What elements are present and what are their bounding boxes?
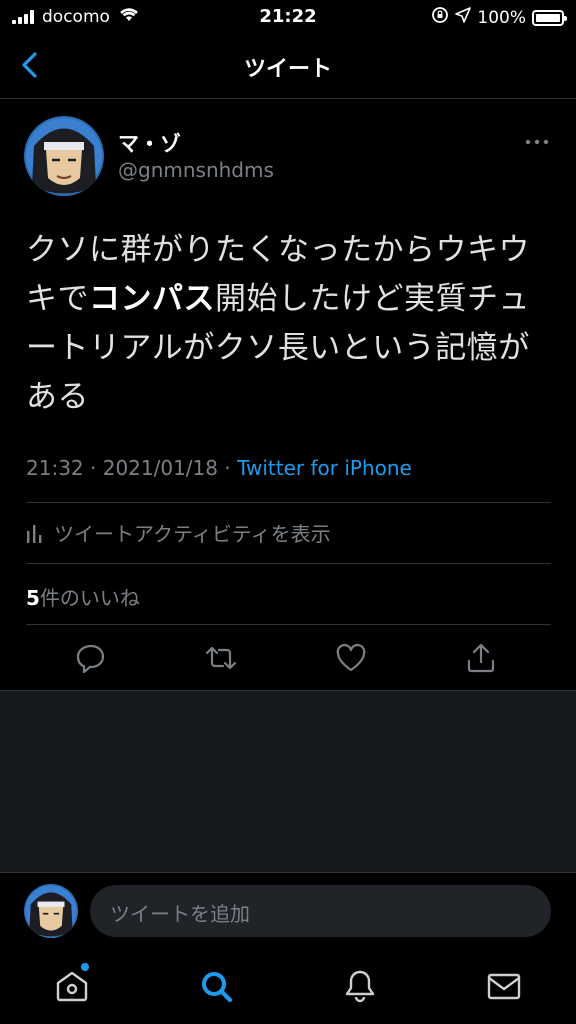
tweet-actions	[0, 640, 576, 680]
avatar[interactable]	[24, 116, 104, 196]
bell-icon	[345, 970, 375, 1003]
share-icon	[467, 643, 495, 673]
meta-separator: ·	[224, 456, 231, 480]
search-icon	[202, 972, 233, 1003]
user-handle[interactable]: @gnmnsnhdms	[118, 158, 274, 182]
reply-button[interactable]	[73, 640, 109, 676]
tweet-time: 21:32	[26, 456, 84, 480]
tweet-text: クソに群がりたくなったからウキウキでコンパス開始したけど実質チュートリアルがクソ…	[26, 226, 556, 422]
reply-icon	[76, 644, 105, 674]
user-name[interactable]: マ・ゾ	[118, 128, 181, 158]
orientation-lock-icon	[431, 6, 449, 29]
tweet-meta: 21:32 · 2021/01/18 · Twitter for iPhone	[26, 456, 412, 480]
battery-percent: 100%	[477, 7, 526, 28]
divider	[26, 624, 551, 625]
like-button[interactable]	[333, 640, 369, 676]
tab-home[interactable]	[52, 966, 92, 1006]
mail-icon	[487, 973, 521, 1000]
battery-icon	[532, 9, 567, 26]
reply-input[interactable]: ツイートを追加	[90, 885, 551, 937]
retweet-icon	[205, 646, 237, 670]
tweet-source-link[interactable]: Twitter for iPhone	[237, 456, 412, 480]
tweet-activity-label: ツイートアクティビティを表示	[54, 522, 331, 546]
status-right: 100%	[431, 6, 567, 29]
share-button[interactable]	[463, 640, 499, 676]
likes-link[interactable]: 5件のいいね	[26, 582, 140, 611]
likes-label: 件のいいね	[39, 586, 140, 610]
more-options-button[interactable]	[522, 132, 552, 152]
tab-messages[interactable]	[484, 966, 524, 1006]
bar-chart-icon	[27, 524, 42, 543]
retweet-button[interactable]	[203, 640, 239, 676]
heart-icon	[336, 643, 366, 672]
location-icon	[455, 7, 472, 28]
replies-area	[0, 690, 576, 872]
reply-bar: ツイートを追加	[0, 872, 576, 952]
divider	[26, 502, 551, 503]
reply-avatar	[24, 884, 78, 938]
status-bar: docomo 21:22 100%	[0, 0, 576, 34]
likes-count: 5	[26, 586, 40, 610]
page-title: ツイート	[243, 57, 332, 82]
divider	[26, 563, 551, 564]
home-notification-dot	[81, 963, 89, 971]
tab-notifications[interactable]	[340, 966, 380, 1006]
tweet-text-bold: コンパス	[89, 281, 215, 317]
home-icon	[56, 971, 88, 1002]
tab-search[interactable]	[196, 966, 236, 1006]
more-icon	[525, 139, 549, 145]
nav-header: ツイート	[0, 34, 576, 99]
meta-separator: ·	[90, 456, 97, 480]
tweet-activity-link[interactable]: ツイートアクティビティを表示	[26, 518, 331, 547]
tweet-date: 2021/01/18	[102, 456, 218, 480]
